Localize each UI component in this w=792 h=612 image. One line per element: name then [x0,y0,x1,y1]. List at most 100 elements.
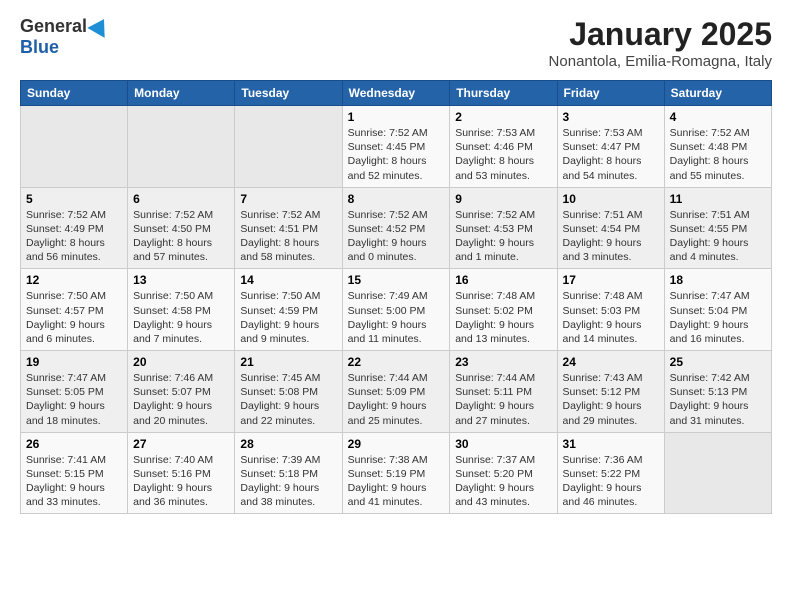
day-number: 16 [455,273,551,287]
day-number: 6 [133,192,229,206]
table-row: 20 Sunrise: 7:46 AM Sunset: 5:07 PM Dayli… [128,351,235,433]
calendar-week-row: 19Sunrise: 7:47 AM Sunset: 5:05 PM Dayli… [21,351,772,433]
day-info: Sunrise: 7:47 AM Sunset: 5:04 PM Dayligh… [670,289,766,346]
day-info: Sunrise: 7:42 AM Sunset: 5:13 PM Dayligh… [670,371,766,428]
header-thursday: Thursday [450,81,557,106]
day-number: 28 [240,437,336,451]
table-row: 2 Sunrise: 7:53 AM Sunset: 4:46 PM Daylig… [450,106,557,188]
day-number: 29 [348,437,445,451]
day-number: 1 [348,110,445,124]
day-number: 26 [26,437,122,451]
table-row: 7 Sunrise: 7:52 AM Sunset: 4:51 PM Daylig… [235,187,342,269]
table-row: 28 Sunrise: 7:39 AM Sunset: 5:18 PM Dayli… [235,432,342,514]
day-number: 25 [670,355,766,369]
day-info: Sunrise: 7:36 AM Sunset: 5:22 PM Dayligh… [563,453,659,510]
day-info: Sunrise: 7:53 AM Sunset: 4:47 PM Dayligh… [563,126,659,183]
day-info: Sunrise: 7:52 AM Sunset: 4:53 PM Dayligh… [455,208,551,265]
calendar-week-row: 1 Sunrise: 7:52 AM Sunset: 4:45 PM Daylig… [21,106,772,188]
day-info: Sunrise: 7:52 AM Sunset: 4:50 PM Dayligh… [133,208,229,265]
day-info: Sunrise: 7:43 AM Sunset: 5:12 PM Dayligh… [563,371,659,428]
day-number: 2 [455,110,551,124]
day-number: 11 [670,192,766,206]
table-row [128,106,235,188]
day-info: Sunrise: 7:50 AM Sunset: 4:57 PM Dayligh… [26,289,122,346]
table-row: 14Sunrise: 7:50 AM Sunset: 4:59 PM Dayli… [235,269,342,351]
day-number: 8 [348,192,445,206]
table-row: 4 Sunrise: 7:52 AM Sunset: 4:48 PM Daylig… [664,106,771,188]
day-number: 15 [348,273,445,287]
day-info: Sunrise: 7:50 AM Sunset: 4:59 PM Dayligh… [240,289,336,346]
logo-triangle-icon [87,14,112,38]
table-row: 8 Sunrise: 7:52 AM Sunset: 4:52 PM Daylig… [342,187,450,269]
logo: General Blue [20,16,110,58]
day-info: Sunrise: 7:52 AM Sunset: 4:52 PM Dayligh… [348,208,445,265]
day-number: 13 [133,273,229,287]
table-row: 24 Sunrise: 7:43 AM Sunset: 5:12 PM Dayli… [557,351,664,433]
table-row: 5Sunrise: 7:52 AM Sunset: 4:49 PM Daylig… [21,187,128,269]
day-info: Sunrise: 7:52 AM Sunset: 4:45 PM Dayligh… [348,126,445,183]
day-info: Sunrise: 7:45 AM Sunset: 5:08 PM Dayligh… [240,371,336,428]
table-row [664,432,771,514]
day-info: Sunrise: 7:47 AM Sunset: 5:05 PM Dayligh… [26,371,122,428]
page: General Blue January 2025 Nonantola, Emi… [0,0,792,524]
day-number: 18 [670,273,766,287]
day-number: 17 [563,273,659,287]
header-wednesday: Wednesday [342,81,450,106]
day-info: Sunrise: 7:53 AM Sunset: 4:46 PM Dayligh… [455,126,551,183]
day-info: Sunrise: 7:39 AM Sunset: 5:18 PM Dayligh… [240,453,336,510]
day-info: Sunrise: 7:52 AM Sunset: 4:51 PM Dayligh… [240,208,336,265]
day-info: Sunrise: 7:49 AM Sunset: 5:00 PM Dayligh… [348,289,445,346]
table-row: 21Sunrise: 7:45 AM Sunset: 5:08 PM Dayli… [235,351,342,433]
header: General Blue January 2025 Nonantola, Emi… [20,16,772,70]
table-row: 30 Sunrise: 7:37 AM Sunset: 5:20 PM Dayli… [450,432,557,514]
table-row: 10 Sunrise: 7:51 AM Sunset: 4:54 PM Dayli… [557,187,664,269]
day-info: Sunrise: 7:46 AM Sunset: 5:07 PM Dayligh… [133,371,229,428]
header-friday: Friday [557,81,664,106]
day-info: Sunrise: 7:48 AM Sunset: 5:02 PM Dayligh… [455,289,551,346]
day-number: 30 [455,437,551,451]
logo-general-text: General [20,16,87,37]
day-info: Sunrise: 7:40 AM Sunset: 5:16 PM Dayligh… [133,453,229,510]
day-number: 9 [455,192,551,206]
table-row [235,106,342,188]
header-saturday: Saturday [664,81,771,106]
table-row: 31Sunrise: 7:36 AM Sunset: 5:22 PM Dayli… [557,432,664,514]
day-number: 4 [670,110,766,124]
day-info: Sunrise: 7:44 AM Sunset: 5:09 PM Dayligh… [348,371,445,428]
table-row: 1 Sunrise: 7:52 AM Sunset: 4:45 PM Daylig… [342,106,450,188]
table-row: 19Sunrise: 7:47 AM Sunset: 5:05 PM Dayli… [21,351,128,433]
calendar-week-row: 26Sunrise: 7:41 AM Sunset: 5:15 PM Dayli… [21,432,772,514]
day-info: Sunrise: 7:38 AM Sunset: 5:19 PM Dayligh… [348,453,445,510]
day-number: 10 [563,192,659,206]
day-number: 23 [455,355,551,369]
calendar-title: January 2025 [549,16,772,53]
day-number: 22 [348,355,445,369]
day-info: Sunrise: 7:44 AM Sunset: 5:11 PM Dayligh… [455,371,551,428]
calendar-subtitle: Nonantola, Emilia-Romagna, Italy [549,53,772,70]
day-number: 24 [563,355,659,369]
header-sunday: Sunday [21,81,128,106]
table-row: 11Sunrise: 7:51 AM Sunset: 4:55 PM Dayli… [664,187,771,269]
table-row: 27Sunrise: 7:40 AM Sunset: 5:16 PM Dayli… [128,432,235,514]
calendar-table: Sunday Monday Tuesday Wednesday Thursday… [20,80,772,514]
table-row [21,106,128,188]
calendar-week-row: 12 Sunrise: 7:50 AM Sunset: 4:57 PM Dayli… [21,269,772,351]
day-number: 20 [133,355,229,369]
table-row: 6 Sunrise: 7:52 AM Sunset: 4:50 PM Daylig… [128,187,235,269]
table-row: 26Sunrise: 7:41 AM Sunset: 5:15 PM Dayli… [21,432,128,514]
day-number: 12 [26,273,122,287]
header-tuesday: Tuesday [235,81,342,106]
day-info: Sunrise: 7:52 AM Sunset: 4:48 PM Dayligh… [670,126,766,183]
table-row: 9 Sunrise: 7:52 AM Sunset: 4:53 PM Daylig… [450,187,557,269]
day-number: 7 [240,192,336,206]
day-info: Sunrise: 7:51 AM Sunset: 4:54 PM Dayligh… [563,208,659,265]
header-monday: Monday [128,81,235,106]
day-info: Sunrise: 7:52 AM Sunset: 4:49 PM Dayligh… [26,208,122,265]
table-row: 23 Sunrise: 7:44 AM Sunset: 5:11 PM Dayli… [450,351,557,433]
table-row: 25 Sunrise: 7:42 AM Sunset: 5:13 PM Dayli… [664,351,771,433]
day-info: Sunrise: 7:50 AM Sunset: 4:58 PM Dayligh… [133,289,229,346]
day-info: Sunrise: 7:37 AM Sunset: 5:20 PM Dayligh… [455,453,551,510]
table-row: 16 Sunrise: 7:48 AM Sunset: 5:02 PM Dayli… [450,269,557,351]
logo-blue-text: Blue [20,37,59,58]
title-block: January 2025 Nonantola, Emilia-Romagna, … [549,16,772,70]
